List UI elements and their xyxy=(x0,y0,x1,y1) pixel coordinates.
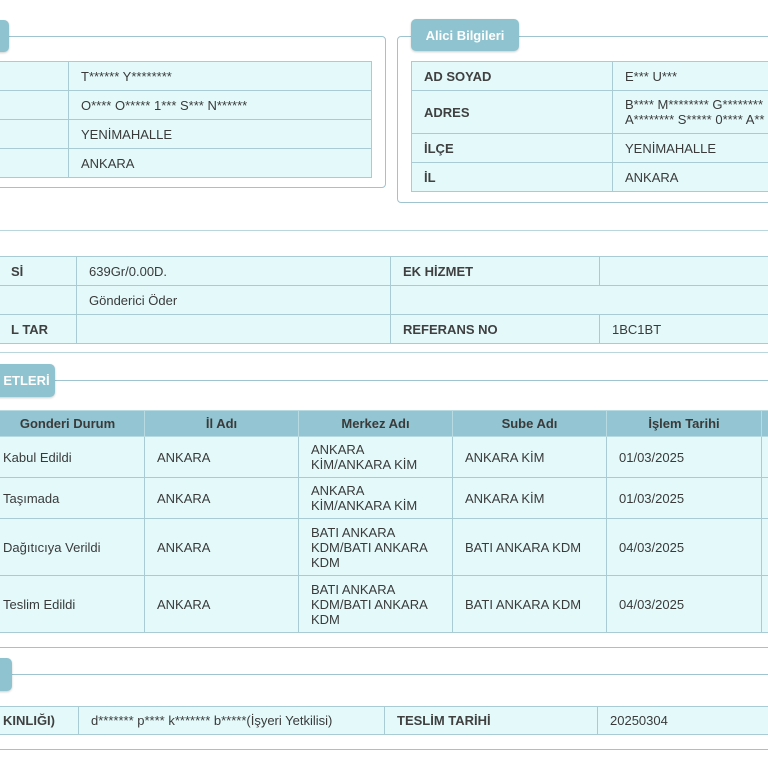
table-row: L TAR REFERANS NO 1BC1BT xyxy=(0,314,768,344)
date-cell: 01/03/2025 xyxy=(606,436,762,478)
center-header: Merkez Adı xyxy=(298,410,453,437)
table-row: T****** Y******** xyxy=(0,61,372,91)
date-header: İşlem Tarihi xyxy=(606,410,762,437)
table-row: KINLIĞI) d******* p**** k******* b*****(… xyxy=(0,706,768,735)
payment-value: Gönderici Öder xyxy=(76,285,391,315)
empty-cell xyxy=(390,285,768,315)
receiver-district-value: YENİMAHALLE xyxy=(612,133,768,163)
branch-cell: ANKARA KİM xyxy=(452,436,607,478)
extra-cell xyxy=(761,575,768,633)
sender-name-value: T****** Y******** xyxy=(68,61,372,91)
center-cell: ANKARA KİM/ANKARA KİM xyxy=(298,436,453,478)
sender-district-value: YENİMAHALLE xyxy=(68,119,372,149)
reference-value: 1BC1BT xyxy=(599,314,768,344)
branch-cell: ANKARA KİM xyxy=(452,477,607,519)
sender-address-value: O**** O***** 1*** S*** N****** xyxy=(68,90,372,120)
table-row: Teslim Edildi ANKARA BATI ANKARA KDM/BAT… xyxy=(0,575,768,633)
status-cell: Kabul Edildi xyxy=(0,436,145,478)
table-row: Gönderici Öder xyxy=(0,285,768,315)
extra-header xyxy=(761,410,768,437)
movements-tab[interactable]: ETLERİ xyxy=(0,364,55,397)
receiver-name-label: AD SOYAD xyxy=(411,61,613,91)
table-row: Dağıtıcıya Verildi ANKARA BATI ANKARA KD… xyxy=(0,518,768,576)
table-row: AD SOYAD E*** U*** xyxy=(411,61,768,91)
receiver-city-value: ANKARA xyxy=(612,162,768,192)
sender-label xyxy=(0,90,69,120)
date-cell: 04/03/2025 xyxy=(606,575,762,633)
shipment-table: Sİ 639Gr/0.00D. EK HİZMET Gönderici Öder… xyxy=(0,256,768,344)
date-label: L TAR xyxy=(0,314,77,344)
table-row: Sİ 639Gr/0.00D. EK HİZMET xyxy=(0,256,768,286)
section-divider xyxy=(0,230,768,231)
date-cell: 04/03/2025 xyxy=(606,518,762,576)
extra-service-label: EK HİZMET xyxy=(390,256,600,286)
status-cell: Teslim Edildi xyxy=(0,575,145,633)
sender-city-value: ANKARA xyxy=(68,148,372,178)
extra-cell xyxy=(761,477,768,519)
table-row: ADRES B**** M******** G******** A*******… xyxy=(411,90,768,134)
reference-label: REFERANS NO xyxy=(390,314,600,344)
table-row: İLÇE YENİMAHALLE xyxy=(411,133,768,163)
table-header-row: Gonderi Durum İl Adı Merkez Adı Sube Adı… xyxy=(0,410,768,437)
receiver-address-label: ADRES xyxy=(411,90,613,134)
table-row: İL ANKARA xyxy=(411,162,768,192)
receiver-tab-label: Alici Bilgileri xyxy=(425,27,505,43)
branch-cell: BATI ANKARA KDM xyxy=(452,518,607,576)
receiver-table: AD SOYAD E*** U*** ADRES B**** M********… xyxy=(411,61,768,192)
receiver-authority-label: KINLIĞI) xyxy=(0,706,79,735)
status-cell: Dağıtıcıya Verildi xyxy=(0,518,145,576)
table-row: ANKARA xyxy=(0,148,372,178)
city-cell: ANKARA xyxy=(144,575,299,633)
city-cell: ANKARA xyxy=(144,436,299,478)
city-cell: ANKARA xyxy=(144,518,299,576)
delivery-date-value: 20250304 xyxy=(597,706,768,735)
table-row: Taşımada ANKARA ANKARA KİM/ANKARA KİM AN… xyxy=(0,477,768,519)
status-header: Gonderi Durum xyxy=(0,410,145,437)
sender-label xyxy=(0,61,69,91)
date-value xyxy=(76,314,391,344)
weight-label: Sİ xyxy=(0,256,77,286)
date-cell: 01/03/2025 xyxy=(606,477,762,519)
weight-value: 639Gr/0.00D. xyxy=(76,256,391,286)
delivery-table: KINLIĞI) d******* p**** k******* b*****(… xyxy=(0,706,768,735)
sender-table: T****** Y******** O**** O***** 1*** S***… xyxy=(0,61,372,178)
extra-service-value xyxy=(599,256,768,286)
city-cell: ANKARA xyxy=(144,477,299,519)
delivery-date-label: TESLİM TARİHİ xyxy=(384,706,598,735)
center-cell: BATI ANKARA KDM/BATI ANKARA KDM xyxy=(298,575,453,633)
receiver-city-label: İL xyxy=(411,162,613,192)
center-cell: ANKARA KİM/ANKARA KİM xyxy=(298,477,453,519)
sender-label xyxy=(0,148,69,178)
extra-cell xyxy=(761,518,768,576)
extra-cell xyxy=(761,436,768,478)
movements-tab-label: ETLERİ xyxy=(3,373,50,388)
receiver-name-value: E*** U*** xyxy=(612,61,768,91)
sender-label xyxy=(0,119,69,149)
receiver-district-label: İLÇE xyxy=(411,133,613,163)
center-cell: BATI ANKARA KDM/BATI ANKARA KDM xyxy=(298,518,453,576)
table-row: YENİMAHALLE xyxy=(0,119,372,149)
movements-table: Gonderi Durum İl Adı Merkez Adı Sube Adı… xyxy=(0,410,768,633)
table-row: O**** O***** 1*** S*** N****** xyxy=(0,90,372,120)
city-header: İl Adı xyxy=(144,410,299,437)
receiver-authority-value: d******* p**** k******* b*****(İşyeri Ye… xyxy=(78,706,385,735)
payment-label xyxy=(0,285,77,315)
sender-tab[interactable] xyxy=(0,20,9,52)
receiver-address-value: B**** M******** G******** A******** S***… xyxy=(612,90,768,134)
branch-header: Sube Adı xyxy=(452,410,607,437)
delivery-tab[interactable] xyxy=(0,658,12,691)
table-row: Kabul Edildi ANKARA ANKARA KİM/ANKARA Kİ… xyxy=(0,436,768,478)
receiver-tab[interactable]: Alici Bilgileri xyxy=(411,19,519,51)
section-divider xyxy=(0,352,768,353)
status-cell: Taşımada xyxy=(0,477,145,519)
branch-cell: BATI ANKARA KDM xyxy=(452,575,607,633)
